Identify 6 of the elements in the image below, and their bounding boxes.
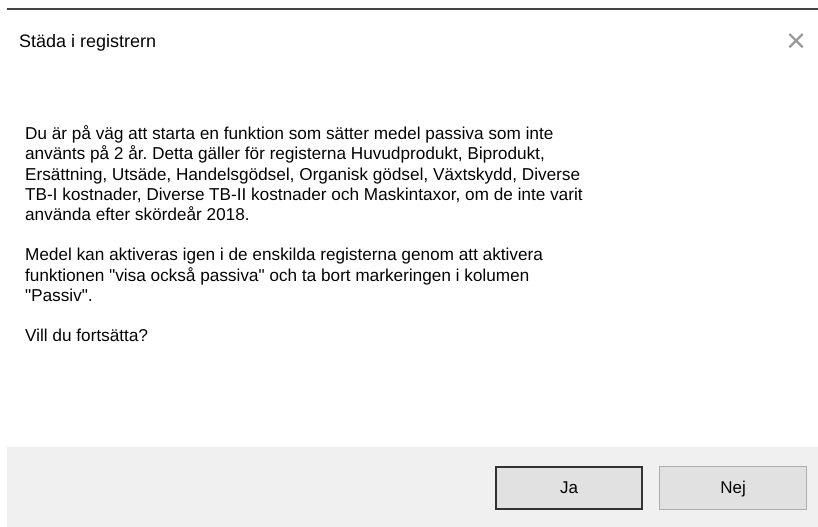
message-text: Medel kan aktiveras igen i de enskilda registerna genom att aktivera funktionen "visa också passiva" och ta bort markeringen i kolumen "Passiv". [25,244,544,306]
window-title: Städa i registrern [19,30,156,52]
message-text: Du är på väg att starta en funktion som sätter medel passiva som inte använts på 2 år. Detta gäller för registerna Huvudprodukt, Biprodukt, Ersättning, Utsäde, Handelsgödsel, Organisk gödsel, Växtskydd, Diverse TB-I kostnader, Diverse TB-II kostnader och Maskintaxor, om de inte varit använda efter skördeår 2018. [25,123,584,224]
message-text: Vill du fortsätta? [25,325,149,346]
dialog-button[interactable]: Ja [495,466,643,510]
dialog-button[interactable]: Nej [659,466,807,510]
